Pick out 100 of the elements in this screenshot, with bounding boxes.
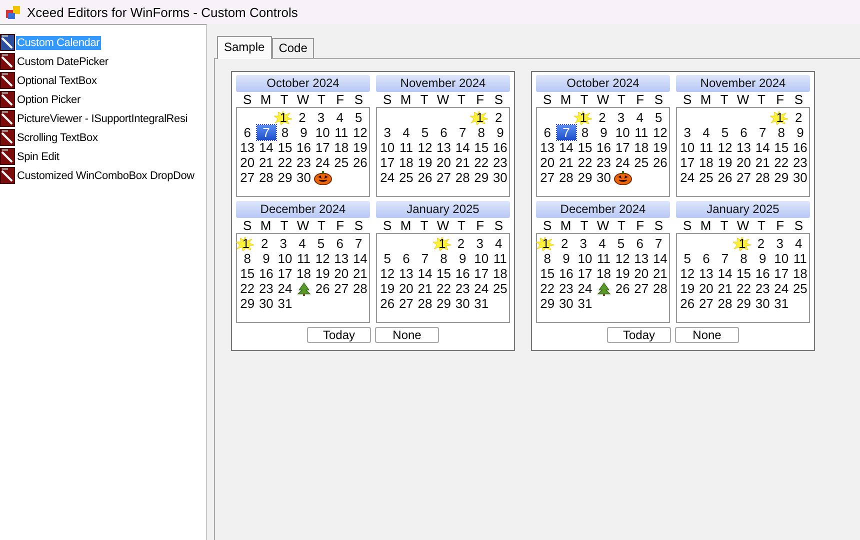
- day-cell[interactable]: 1: [274, 110, 293, 125]
- day-cell[interactable]: 28: [453, 170, 472, 185]
- day-cell[interactable]: 16: [753, 266, 772, 281]
- day-cell[interactable]: 14: [716, 266, 734, 281]
- day-cell[interactable]: 12: [716, 140, 734, 155]
- day-cell[interactable]: 5: [678, 251, 697, 266]
- day-cell[interactable]: 26: [313, 281, 332, 296]
- day-cell[interactable]: 14: [453, 140, 472, 155]
- calendar-button[interactable]: Today: [307, 327, 371, 343]
- day-cell[interactable]: 6: [630, 236, 650, 251]
- day-cell[interactable]: 24: [678, 170, 697, 185]
- day-cell[interactable]: 24: [576, 281, 594, 296]
- day-cell[interactable]: 30: [294, 170, 314, 185]
- day-cell[interactable]: 4: [489, 236, 508, 251]
- day-cell[interactable]: 11: [396, 140, 416, 155]
- day-cell[interactable]: 13: [238, 140, 257, 155]
- day-cell[interactable]: 29: [772, 170, 791, 185]
- day-cell[interactable]: 28: [350, 281, 370, 296]
- day-cell[interactable]: 4: [592, 236, 612, 251]
- sidebar-item[interactable]: Spin Edit: [0, 147, 206, 166]
- day-cell[interactable]: 31: [576, 296, 594, 311]
- day-cell[interactable]: 25: [490, 281, 510, 296]
- day-cell[interactable]: 18: [696, 155, 716, 170]
- day-cell[interactable]: 17: [472, 266, 491, 281]
- day-cell[interactable]: 17: [576, 266, 594, 281]
- day-cell[interactable]: 4: [396, 125, 416, 140]
- day-cell[interactable]: 29: [434, 296, 454, 311]
- day-cell[interactable]: 10: [313, 125, 332, 140]
- day-cell[interactable]: 13: [734, 140, 754, 155]
- day-cell[interactable]: 4: [789, 236, 808, 251]
- day-cell[interactable]: 23: [753, 281, 772, 296]
- day-cell[interactable]: 12: [416, 140, 434, 155]
- day-cell[interactable]: 25: [696, 170, 716, 185]
- day-cell[interactable]: 6: [396, 251, 416, 266]
- day-cell[interactable]: 10: [276, 251, 294, 266]
- day-cell[interactable]: 16: [256, 266, 276, 281]
- sidebar-item[interactable]: Optional TextBox: [0, 71, 206, 90]
- calendar-button[interactable]: None: [675, 327, 739, 343]
- day-cell[interactable]: 15: [276, 140, 294, 155]
- day-cell[interactable]: 19: [716, 155, 734, 170]
- day-cell[interactable]: 22: [276, 155, 294, 170]
- day-cell[interactable]: 27: [696, 296, 716, 311]
- day-cell[interactable]: 8: [576, 125, 594, 140]
- day-cell[interactable]: 26: [678, 296, 697, 311]
- day-cell[interactable]: 26: [416, 170, 434, 185]
- day-cell[interactable]: 19: [350, 140, 370, 155]
- calendar-button[interactable]: Today: [607, 327, 671, 343]
- day-cell[interactable]: 16: [790, 140, 810, 155]
- day-cell[interactable]: 9: [490, 125, 510, 140]
- day-cell[interactable]: 19: [678, 281, 697, 296]
- day-cell[interactable]: 3: [574, 236, 593, 251]
- day-cell[interactable]: 28: [716, 296, 734, 311]
- calendar-button[interactable]: None: [375, 327, 439, 343]
- sidebar-item[interactable]: Scrolling TextBox: [0, 128, 206, 147]
- day-cell[interactable]: 10: [678, 140, 697, 155]
- day-cell[interactable]: 27: [434, 170, 454, 185]
- tab[interactable]: Code: [272, 38, 314, 58]
- day-cell[interactable]: 20: [538, 155, 557, 170]
- day-cell[interactable]: 8: [276, 125, 294, 140]
- day-cell[interactable]: 5: [349, 110, 368, 125]
- day-cell[interactable]: 31: [472, 296, 491, 311]
- day-cell[interactable]: 6: [538, 125, 557, 140]
- day-cell[interactable]: 3: [470, 236, 490, 251]
- day-cell[interactable]: 1: [732, 236, 752, 251]
- day-cell[interactable]: 27: [332, 281, 351, 296]
- day-cell[interactable]: 4: [630, 110, 650, 125]
- day-cell[interactable]: 27: [238, 170, 257, 185]
- day-cell[interactable]: 19: [313, 266, 332, 281]
- day-cell[interactable]: 1: [574, 110, 593, 125]
- sidebar-item[interactable]: Option Picker: [0, 90, 206, 109]
- day-cell[interactable]: 16: [594, 140, 614, 155]
- day-cell[interactable]: 20: [734, 155, 754, 170]
- day-cell[interactable]: 29: [538, 296, 557, 311]
- tree-icon[interactable]: [296, 282, 311, 296]
- day-cell[interactable]: 14: [556, 140, 576, 155]
- day-cell[interactable]: 16: [556, 266, 576, 281]
- day-cell[interactable]: 12: [350, 125, 370, 140]
- day-cell[interactable]: 21: [716, 281, 734, 296]
- day-cell[interactable]: 9: [753, 251, 772, 266]
- day-cell[interactable]: 13: [696, 266, 716, 281]
- day-cell[interactable]: 19: [650, 140, 670, 155]
- day-cell[interactable]: 9: [594, 125, 614, 140]
- day-cell[interactable]: 4: [292, 236, 312, 251]
- day-cell[interactable]: 23: [490, 155, 510, 170]
- day-cell[interactable]: 30: [556, 296, 576, 311]
- day-cell[interactable]: 11: [696, 140, 716, 155]
- day-cell[interactable]: 12: [678, 266, 697, 281]
- day-cell[interactable]: 23: [594, 155, 614, 170]
- day-cell[interactable]: 29: [576, 170, 594, 185]
- day-cell[interactable]: 17: [276, 266, 294, 281]
- day-cell[interactable]: 15: [772, 140, 791, 155]
- day-cell[interactable]: 20: [396, 281, 416, 296]
- day-cell[interactable]: 20: [696, 281, 716, 296]
- day-cell[interactable]: 1: [432, 236, 452, 251]
- day-cell[interactable]: 18: [396, 155, 416, 170]
- day-cell[interactable]: 18: [332, 140, 351, 155]
- day-cell[interactable]: 24: [378, 170, 397, 185]
- day-cell[interactable]: 15: [538, 266, 557, 281]
- day-cell[interactable]: 28: [256, 170, 276, 185]
- day-cell[interactable]: 13: [538, 140, 557, 155]
